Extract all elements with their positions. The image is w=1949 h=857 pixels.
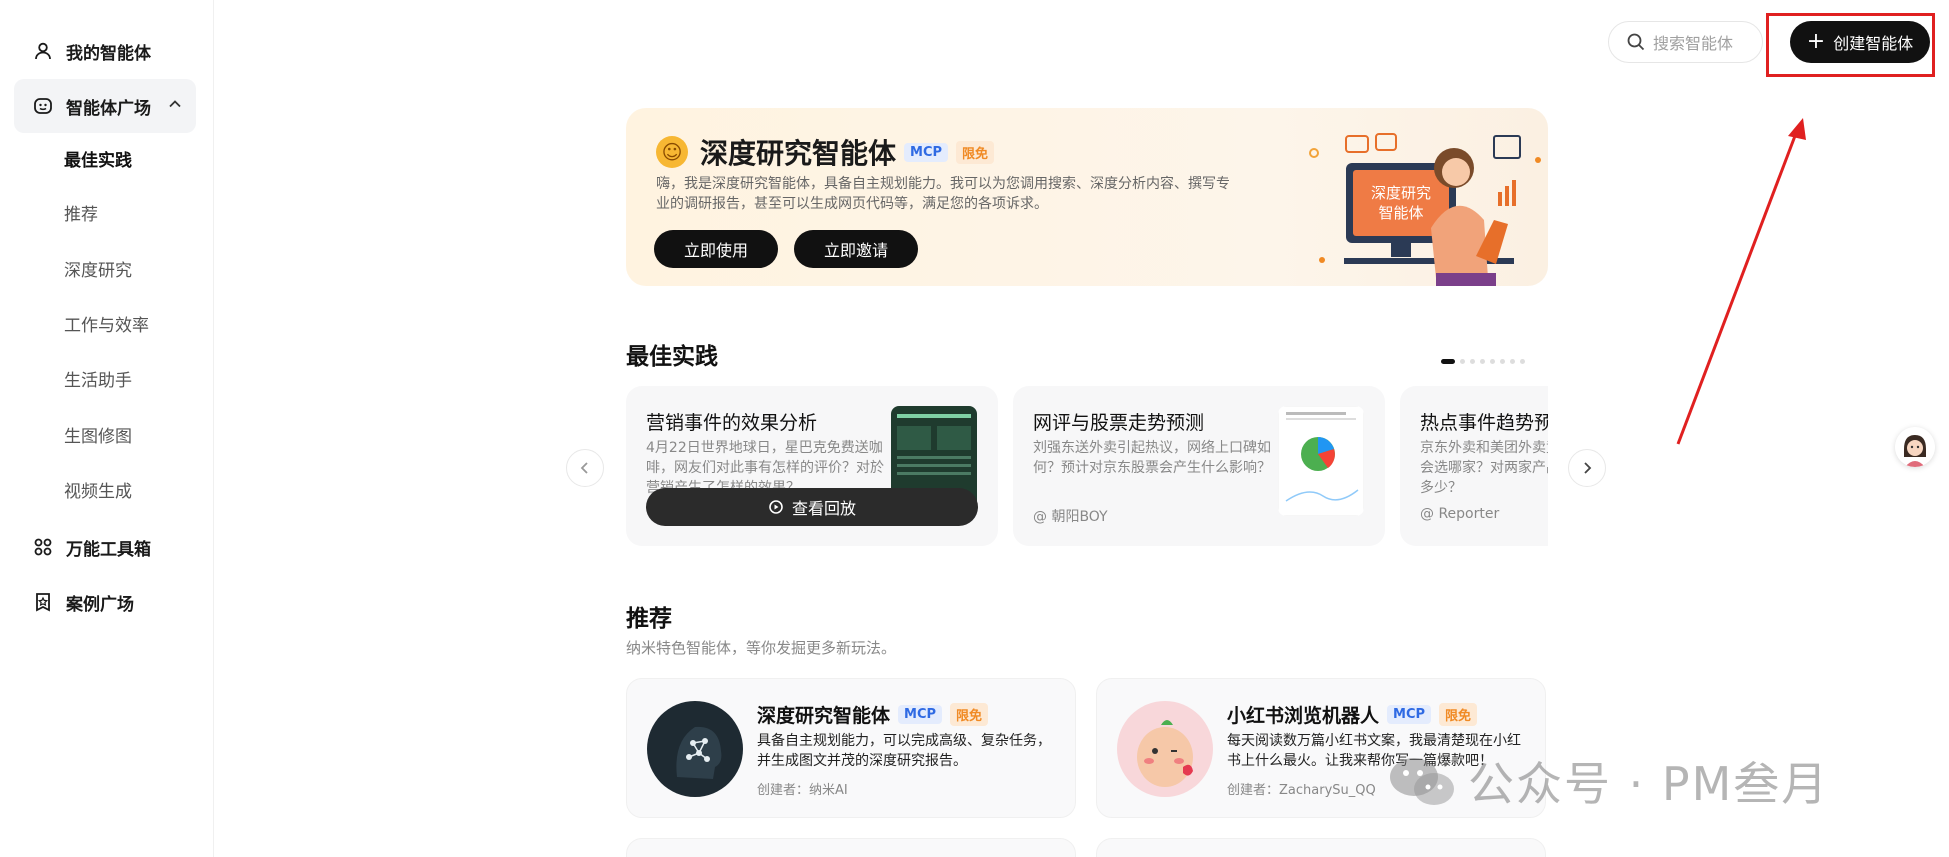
- sidebar-sub-video-gen[interactable]: 视频生成: [64, 478, 132, 506]
- mcp-badge: MCP: [898, 705, 943, 724]
- use-now-button[interactable]: 立即使用: [654, 230, 778, 268]
- sidebar-sub-recommend[interactable]: 推荐: [64, 201, 98, 229]
- card-title: 网评与股票走势预测: [1033, 412, 1205, 434]
- card-description: 刘强东送外卖引起热议，网络上口碑如何？预计对京东股票会产生什么影响？: [1033, 440, 1271, 476]
- sidebar-item-label: 案例广场: [66, 594, 134, 615]
- sidebar-sub-deep-research[interactable]: 深度研究: [64, 257, 132, 285]
- banner-title-row: ☺ 深度研究智能体 MCP 限免: [656, 132, 995, 172]
- agent-name-row: 深度研究智能体 MCP 限免: [757, 701, 989, 728]
- card-title: 营销事件的效果分析: [646, 412, 818, 434]
- agent-name: 深度研究智能体: [757, 705, 891, 727]
- app-root: 我的智能体 智能体广场 最佳实践 推荐 深度研究 工作与效率 生活助手 生图修图…: [0, 0, 1949, 857]
- case-icon: [32, 591, 54, 613]
- agent-card[interactable]: 深度研究智能体 MCP 限免 具备自主规划能力，可以完成高级、复杂任务，并生成图…: [626, 678, 1076, 818]
- best-practice-card[interactable]: 热点事件趋势预测 京东外卖和美团外卖竞争的话，网友们会选哪家？对两家产品的支持率…: [1400, 386, 1548, 546]
- assistant-avatar-button[interactable]: [1895, 427, 1935, 467]
- recommend-title: 推荐: [626, 606, 672, 632]
- carousel-dot-active[interactable]: [1441, 359, 1455, 364]
- grid-icon: [32, 536, 54, 558]
- sidebar-item-label: 智能体广场: [66, 98, 151, 119]
- sidebar-item-agent-square[interactable]: 智能体广场: [14, 79, 196, 133]
- sidebar-item-my-agents[interactable]: 我的智能体: [14, 24, 196, 78]
- free-badge: 限免: [1439, 703, 1478, 726]
- invite-now-button[interactable]: 立即邀请: [794, 230, 918, 268]
- smile-emoji-icon: ☺: [656, 136, 688, 168]
- card-title: 热点事件趋势预测: [1420, 412, 1548, 434]
- agent-name-row: 小红书浏览机器人 MCP 限免: [1227, 701, 1478, 728]
- best-practice-title: 最佳实践: [626, 344, 718, 370]
- search-icon: [1627, 33, 1645, 51]
- mcp-badge: MCP: [1387, 705, 1432, 724]
- user-icon: [32, 40, 54, 62]
- banner-title: 深度研究智能体: [700, 137, 897, 170]
- card-thumbnail: [1278, 406, 1364, 516]
- carousel-dot[interactable]: [1520, 359, 1525, 364]
- carousel-dot[interactable]: [1470, 359, 1475, 364]
- agent-avatar: [647, 701, 743, 797]
- agent-description: 具备自主规划能力，可以完成高级、复杂任务，并生成图文并茂的深度研究报告。: [757, 733, 1051, 769]
- sidebar: 我的智能体 智能体广场 最佳实践 推荐 深度研究 工作与效率 生活助手 生图修图…: [0, 0, 214, 857]
- best-practice-card[interactable]: 营销事件的效果分析 4月22日世界地球日，星巴克免费送咖啡，网友们对此事有怎样的…: [626, 386, 998, 546]
- mcp-badge: MCP: [904, 142, 949, 162]
- annotation-highlight-box: [1766, 13, 1935, 77]
- sidebar-item-toolbox[interactable]: 万能工具箱: [14, 520, 196, 574]
- sidebar-item-case-square[interactable]: 案例广场: [14, 575, 196, 629]
- card-author: @ 朝阳BOY: [1033, 509, 1108, 525]
- sidebar-item-label: 我的智能体: [66, 43, 151, 64]
- sidebar-item-label: 万能工具箱: [66, 539, 151, 560]
- sidebar-sub-best-practice[interactable]: 最佳实践: [64, 147, 132, 175]
- carousel-dot[interactable]: [1460, 359, 1465, 364]
- best-practice-carousel: 营销事件的效果分析 4月22日世界地球日，星巴克免费送咖啡，网友们对此事有怎样的…: [626, 386, 1548, 546]
- chevron-up-icon[interactable]: [168, 96, 182, 116]
- chevron-right-icon: [1584, 462, 1592, 474]
- view-replay-label: 查看回放: [791, 499, 856, 518]
- agent-name: 小红书浏览机器人: [1227, 705, 1380, 727]
- view-replay-button[interactable]: 查看回放: [646, 488, 978, 526]
- carousel-next-button[interactable]: [1568, 449, 1606, 487]
- svg-text:智能体: 智能体: [1378, 204, 1423, 222]
- carousel-dot[interactable]: [1510, 359, 1515, 364]
- sidebar-sub-image-edit[interactable]: 生图修图: [64, 423, 132, 451]
- free-badge: 限免: [950, 703, 989, 726]
- agent-avatar: [1117, 701, 1213, 797]
- chevron-left-icon: [580, 462, 588, 474]
- watermark: 公众号 · PM叁月: [1388, 748, 1829, 814]
- recommend-subtitle: 纳米特色智能体，等你发掘更多新玩法。: [626, 639, 897, 657]
- free-badge: 限免: [956, 140, 995, 164]
- carousel-dot[interactable]: [1500, 359, 1505, 364]
- card-author: @ Reporter: [1420, 506, 1500, 522]
- carousel-dot[interactable]: [1480, 359, 1485, 364]
- agent-author: 创建者：纳米AI: [757, 783, 848, 798]
- svg-text:深度研究: 深度研究: [1371, 184, 1431, 202]
- researcher-illustration: 深度研究 智能体: [1309, 133, 1541, 286]
- bot-face-icon: [32, 95, 54, 117]
- search-input[interactable]: 搜索智能体: [1608, 21, 1763, 63]
- agent-card[interactable]: [626, 838, 1076, 857]
- carousel-indicator[interactable]: [1441, 359, 1525, 364]
- carousel-dot[interactable]: [1490, 359, 1495, 364]
- best-practice-card[interactable]: 网评与股票走势预测 刘强东送外卖引起热议，网络上口碑如何？预计对京东股票会产生什…: [1013, 386, 1385, 546]
- agent-card[interactable]: [1096, 838, 1546, 857]
- sidebar-sub-work-efficiency[interactable]: 工作与效率: [64, 312, 149, 340]
- agent-author: 创建者：ZacharySu_QQ: [1227, 783, 1376, 798]
- banner-description: 嗨，我是深度研究智能体，具备自主规划能力。我可以为您调用搜索、深度分析内容、撰写…: [656, 176, 1230, 212]
- carousel-prev-button[interactable]: [566, 449, 604, 487]
- replay-icon: [769, 500, 783, 514]
- card-description: 京东外卖和美团外卖竞争的话，网友们会选哪家？对两家产品的支持率分别是多少？: [1420, 440, 1548, 496]
- search-placeholder: 搜索智能体: [1653, 34, 1734, 53]
- watermark-text: 公众号 · PM叁月: [1468, 757, 1830, 811]
- wechat-icon: [1390, 758, 1454, 805]
- sidebar-sub-life-assistant[interactable]: 生活助手: [64, 367, 132, 395]
- hero-banner[interactable]: ☺ 深度研究智能体 MCP 限免 嗨，我是深度研究智能体，具备自主规划能力。我可…: [626, 108, 1548, 286]
